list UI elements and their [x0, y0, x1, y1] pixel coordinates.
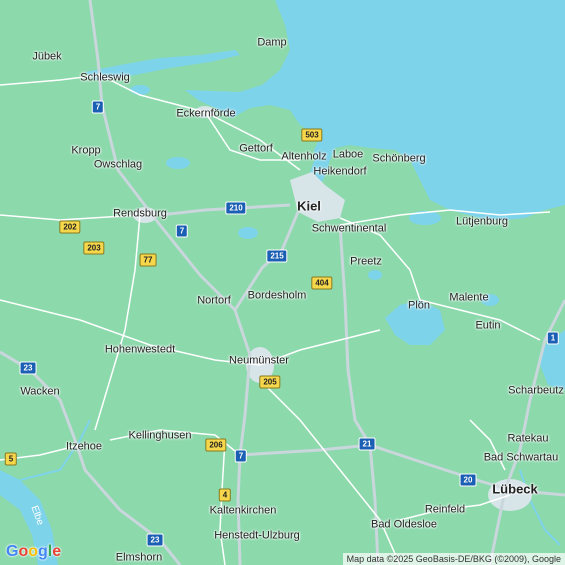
place-label-kellinghusen[interactable]: Kellinghusen [129, 430, 192, 442]
google-logo[interactable]: Google [6, 543, 61, 561]
place-label-henstedt[interactable]: Henstedt-Ulzburg [214, 530, 300, 542]
place-label-itzehoe[interactable]: Itzehoe [66, 441, 102, 453]
place-label-badschwartau[interactable]: Bad Schwartau [484, 452, 559, 464]
place-label-heikendorf[interactable]: Heikendorf [313, 166, 366, 178]
shield-a21: 21 [358, 437, 376, 451]
place-label-eutin[interactable]: Eutin [475, 320, 500, 332]
place-label-altenholz[interactable]: Altenholz [281, 151, 326, 163]
place-label-laboe[interactable]: Laboe [333, 149, 364, 161]
place-label-jubek[interactable]: Jübek [32, 51, 61, 63]
place-label-owschlag[interactable]: Owschlag [94, 159, 142, 171]
place-label-wacken[interactable]: Wacken [20, 386, 59, 398]
place-label-schonberg[interactable]: Schönberg [372, 153, 425, 165]
place-label-nortorf[interactable]: Nortorf [197, 295, 231, 307]
place-label-eckernforde[interactable]: Eckernförde [176, 108, 235, 120]
shield-b4: 4 [218, 488, 232, 502]
shield-b202: 202 [59, 220, 81, 234]
place-label-lubeck[interactable]: Lübeck [492, 483, 538, 496]
shield-b404: 404 [311, 276, 333, 290]
place-label-kropp[interactable]: Kropp [71, 145, 100, 157]
shield-b206: 206 [205, 438, 227, 452]
logo-letter: e [52, 543, 62, 560]
place-label-gettorf[interactable]: Gettorf [239, 143, 273, 155]
shield-b203: 203 [83, 241, 105, 255]
logo-letter: G [6, 543, 19, 560]
shield-a7-south: 7 [234, 449, 248, 463]
place-label-malente[interactable]: Malente [449, 292, 488, 304]
map-attribution[interactable]: Map data ©2025 GeoBasis-DE/BKG (©2009), … [342, 553, 565, 565]
place-label-rendsburg[interactable]: Rendsburg [113, 208, 167, 220]
map-canvas[interactable] [0, 0, 565, 565]
place-label-damp[interactable]: Damp [257, 37, 286, 49]
lake-small-2 [368, 270, 382, 280]
lake-wittensee [166, 157, 190, 169]
place-label-hohenwestedt[interactable]: Hohenwestedt [105, 344, 175, 356]
place-label-scharbeutz[interactable]: Scharbeutz [508, 385, 564, 397]
shield-a210: 210 [225, 201, 247, 215]
logo-letter: g [38, 543, 48, 560]
shield-a215: 215 [266, 249, 288, 263]
shield-b77: 77 [139, 253, 157, 267]
shield-a1: 1 [546, 331, 560, 345]
place-label-plon[interactable]: Plön [408, 300, 430, 312]
shield-b205: 205 [259, 375, 281, 389]
place-label-lutjenburg[interactable]: Lütjenburg [456, 216, 508, 228]
shield-a7-mid: 7 [175, 224, 189, 238]
shield-a23-south: 23 [146, 533, 164, 547]
logo-letter: o [28, 543, 39, 560]
place-label-neumunster[interactable]: Neumünster [229, 355, 289, 367]
place-label-preetz[interactable]: Preetz [350, 256, 382, 268]
lake-westensee [238, 227, 258, 239]
shield-b503: 503 [301, 128, 323, 142]
place-label-elmshorn[interactable]: Elmshorn [116, 552, 162, 564]
place-label-badoldesloe[interactable]: Bad Oldesloe [371, 519, 437, 531]
place-label-ratekau[interactable]: Ratekau [508, 433, 549, 445]
lake-small-1 [130, 85, 150, 95]
place-label-kiel[interactable]: Kiel [297, 200, 321, 213]
place-label-schleswig[interactable]: Schleswig [80, 72, 130, 84]
shield-a23-north: 23 [19, 361, 37, 375]
place-label-reinfeld[interactable]: Reinfeld [425, 504, 465, 516]
place-label-schwentinental[interactable]: Schwentinental [312, 223, 387, 235]
shield-b5: 5 [4, 452, 18, 466]
shield-a20: 20 [459, 473, 477, 487]
place-label-kaltenkirchen[interactable]: Kaltenkirchen [210, 505, 277, 517]
logo-letter: o [18, 543, 29, 560]
place-label-bordesholm[interactable]: Bordesholm [248, 290, 307, 302]
shield-a7-north: 7 [91, 100, 105, 114]
